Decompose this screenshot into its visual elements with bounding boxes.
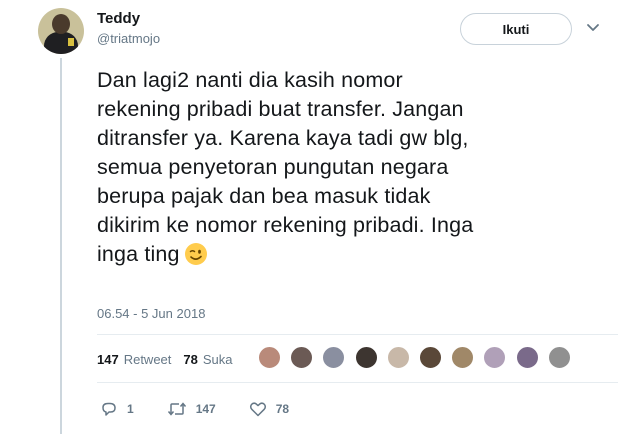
retweets-count: 147 bbox=[97, 352, 119, 367]
author-name[interactable]: Teddy bbox=[97, 10, 140, 27]
retweet-count: 147 bbox=[195, 402, 216, 416]
likes-label: Suka bbox=[202, 352, 233, 367]
tweet-line: dikirim ke nomor rekening pribadi. Inga bbox=[97, 213, 474, 237]
retweets-label: Retweet bbox=[123, 352, 172, 367]
author-handle[interactable]: @triatmojo bbox=[97, 31, 160, 46]
user-avatar-icon[interactable] bbox=[386, 346, 410, 369]
user-avatar-icon[interactable] bbox=[322, 346, 346, 369]
follow-button[interactable]: Ikuti bbox=[460, 13, 572, 45]
heart-icon bbox=[249, 402, 266, 417]
reply-button[interactable]: 1 bbox=[100, 400, 134, 418]
author-avatar[interactable] bbox=[38, 8, 84, 54]
chevron-down-icon[interactable] bbox=[586, 20, 600, 34]
retweet-button[interactable]: 147 bbox=[167, 400, 216, 418]
tweet-line: rekening pribadi buat transfer. Jangan bbox=[97, 97, 464, 121]
tweet-actions: 1 147 78 bbox=[100, 400, 322, 418]
likes-count: 78 bbox=[183, 352, 198, 367]
tweet-line: berupa pajak dan bea masuk tidak bbox=[97, 184, 431, 208]
user-avatar-icon[interactable] bbox=[418, 346, 442, 369]
like-button[interactable]: 78 bbox=[249, 400, 289, 418]
user-avatar-icon[interactable] bbox=[354, 346, 378, 369]
tweet-line: ditransfer ya. Karena kaya tadi gw blg, bbox=[97, 126, 469, 150]
thread-line bbox=[60, 58, 62, 434]
tweet-text: Dan lagi2 nanti dia kasih nomor rekening… bbox=[97, 66, 617, 269]
user-avatar-icon[interactable] bbox=[483, 346, 507, 369]
divider bbox=[97, 334, 618, 335]
retweet-icon bbox=[167, 402, 186, 416]
user-avatar-icon[interactable] bbox=[290, 346, 314, 369]
liker-avatars bbox=[258, 346, 580, 369]
user-avatar-icon[interactable] bbox=[258, 346, 281, 369]
reply-icon bbox=[102, 402, 116, 416]
tweet-line-last: inga ting bbox=[97, 240, 617, 269]
reply-count: 1 bbox=[127, 402, 134, 416]
user-avatar-icon[interactable] bbox=[547, 346, 571, 369]
tweet-line: inga ting bbox=[97, 242, 180, 266]
winking-face-icon bbox=[184, 243, 207, 265]
likes-stat[interactable]: 78 Suka bbox=[183, 352, 232, 367]
tweet-line: semua penyetoran pungutan negara bbox=[97, 155, 449, 179]
like-count: 78 bbox=[275, 402, 290, 416]
tweet-line: Dan lagi2 nanti dia kasih nomor bbox=[97, 68, 403, 92]
user-avatar-icon[interactable] bbox=[451, 346, 475, 369]
engagement-stats: 147 Retweet 78 Suka bbox=[97, 352, 245, 367]
tweet-timestamp[interactable]: 06.54 - 5 Jun 2018 bbox=[97, 306, 205, 321]
divider bbox=[97, 382, 618, 383]
retweets-stat[interactable]: 147 Retweet bbox=[97, 352, 171, 367]
user-avatar-icon[interactable] bbox=[515, 346, 539, 369]
